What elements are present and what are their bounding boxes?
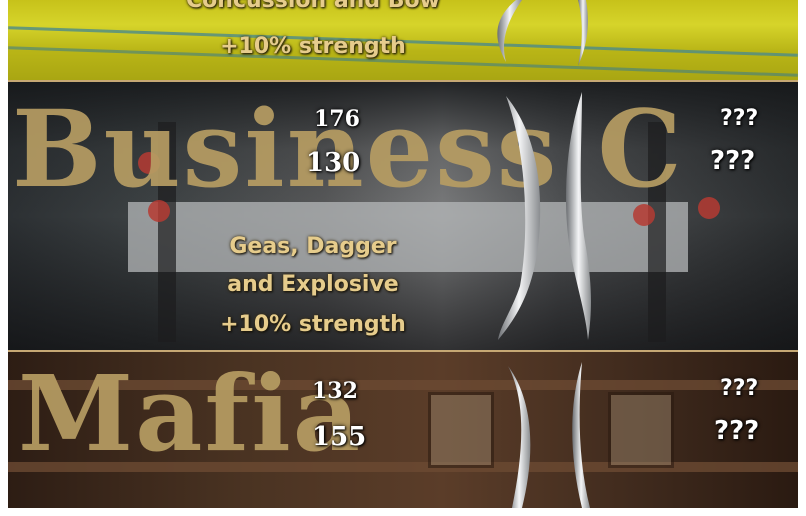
top-faction-bonus: +10% strength (220, 34, 406, 59)
faction-select-screen: Concussion and Bow +10% strength Busines… (8, 0, 798, 508)
business-stat-1: 176 (314, 106, 360, 132)
business-stat-2: 130 (306, 148, 361, 178)
business-weapons-line-2: and Explosive (227, 272, 399, 297)
top-faction-weapons: Concussion and Bow (186, 0, 440, 13)
business-unknown-2: ??? (710, 146, 756, 176)
mafia-unknown-1: ??? (720, 376, 759, 401)
background-window (428, 392, 494, 468)
business-weapons-line-1: Geas, Dagger (229, 234, 397, 259)
mafia-stat-2: 155 (312, 422, 367, 452)
background-window (608, 392, 674, 468)
faction-title-mafia: Mafia (18, 352, 363, 475)
mafia-stat-1: 132 (312, 378, 358, 404)
blade-icon (497, 0, 591, 508)
business-unknown-1: ??? (720, 106, 759, 131)
mafia-unknown-2: ??? (714, 416, 760, 446)
lantern-icon (698, 197, 720, 219)
business-bonus: +10% strength (220, 312, 406, 337)
faction-card-top[interactable]: Concussion and Bow +10% strength (8, 0, 798, 82)
